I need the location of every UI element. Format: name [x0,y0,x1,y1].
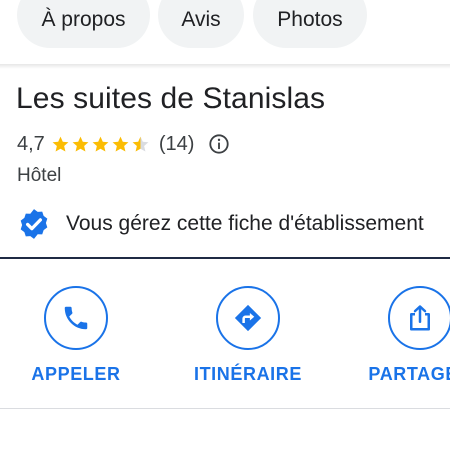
call-button-circle[interactable] [44,286,108,350]
tab-about[interactable]: À propos [17,0,150,48]
star-icon [72,136,89,152]
directions-button-circle[interactable] [216,286,280,350]
star-rating [51,135,151,154]
star-icon [112,136,129,152]
verified-owner-row[interactable]: Vous gérez cette fiche d'établissement [17,207,424,241]
star-icon [52,136,69,152]
star-icon [92,136,109,152]
call-button-label: APPELER [31,364,121,384]
tab-bar: À propos Avis Photos [0,0,450,66]
rating-value: 4,7 [17,132,45,155]
phone-icon [64,306,88,330]
tab-reviews[interactable]: Avis [158,0,244,48]
half-star-icon [132,136,149,152]
section-divider [0,257,450,259]
share-button-label: PARTAGER [368,364,450,384]
tab-bar-shadow [0,64,450,69]
call-button[interactable]: APPELER [6,286,146,385]
verified-badge-icon [20,209,48,239]
share-button-circle[interactable] [388,286,450,350]
directions-icon [234,304,262,332]
place-category: Hôtel [17,165,62,186]
tab-photos[interactable]: Photos [253,0,367,48]
rating-row[interactable]: 4,7 (14) [17,130,230,158]
actions-divider [0,408,450,409]
review-count[interactable]: (14) [159,133,195,156]
directions-button-label: ITINÉRAIRE [193,364,302,384]
verified-owner-text: Vous gérez cette fiche d'établissement [66,212,424,235]
directions-button[interactable]: ITINÉRAIRE [178,286,318,385]
place-title: Les suites de Stanislas [16,82,326,115]
share-button[interactable]: PARTAGER [350,286,450,385]
share-icon [410,305,430,331]
info-icon[interactable] [208,133,230,155]
